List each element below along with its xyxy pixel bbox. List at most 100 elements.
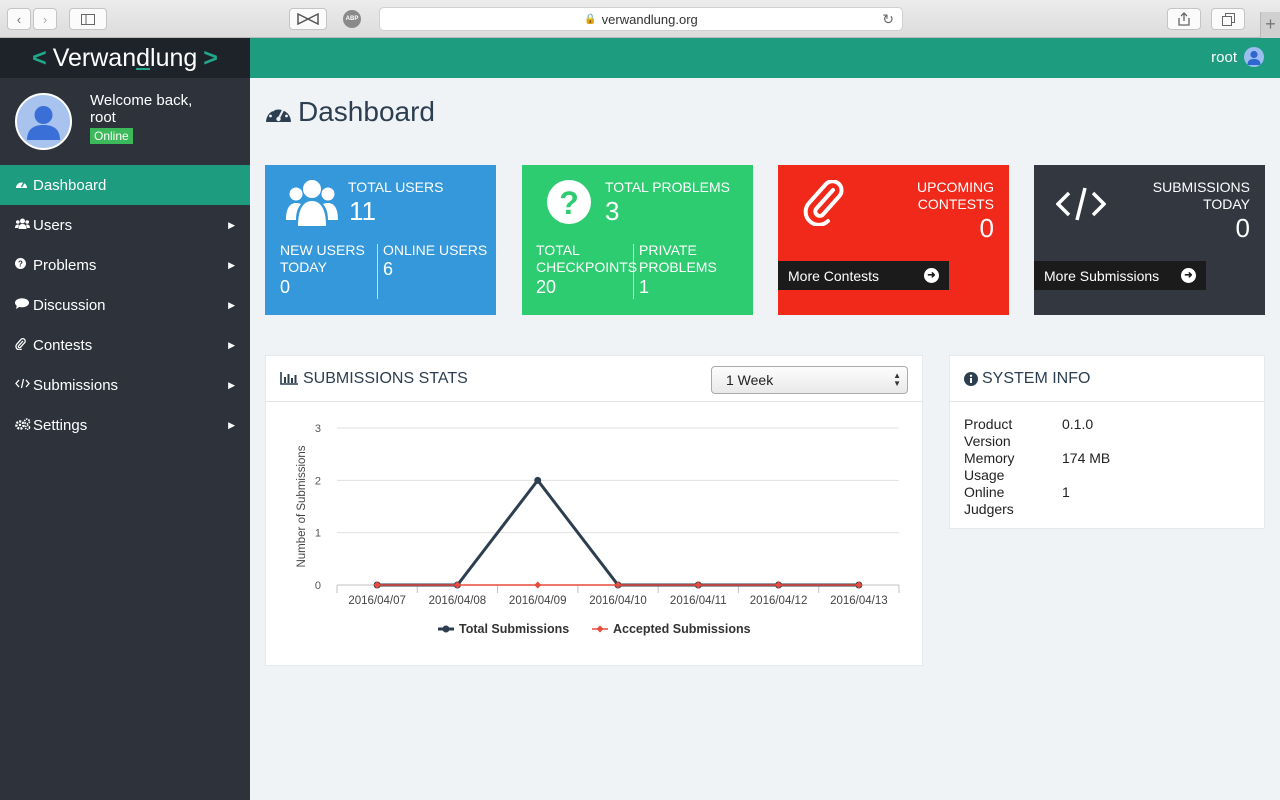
- info-key: Memory Usage: [964, 450, 1062, 484]
- sidebar-toggle-button[interactable]: [69, 8, 107, 30]
- sidebar-item-contests[interactable]: Contests ▶: [0, 325, 250, 365]
- page-title-text: Dashboard: [298, 96, 435, 127]
- more-contests-label: More Contests: [788, 267, 880, 284]
- legend-marker: [596, 625, 604, 633]
- x-tick-label: 2016/04/13: [830, 595, 888, 607]
- caret-right-icon: ▶: [228, 379, 235, 390]
- sidebar-item-users[interactable]: Users ▶: [0, 205, 250, 245]
- share-button[interactable]: [1167, 8, 1201, 30]
- bar-chart-icon: [280, 372, 298, 385]
- y-tick-label: 0: [315, 580, 321, 592]
- info-row: Online Judgers 1: [964, 484, 1110, 518]
- users-icon: [15, 218, 31, 232]
- range-select-value: 1 Week: [726, 372, 774, 388]
- welcome-text: Welcome back, root: [90, 92, 192, 126]
- user-menu[interactable]: root: [1211, 47, 1264, 67]
- submissions-today-card: SUBMISSIONS TODAY 0 More Submissions ➜: [1034, 165, 1265, 315]
- top-username: root: [1211, 48, 1237, 66]
- sidebar-item-submissions[interactable]: Submissions ▶: [0, 365, 250, 405]
- card-title-line: CONTESTS: [917, 196, 994, 212]
- legend-label: Accepted Submissions: [613, 622, 751, 636]
- divider: [633, 244, 634, 299]
- page-title: Dashboard: [265, 96, 435, 128]
- dashboard-icon: [266, 106, 291, 122]
- new-tab-button[interactable]: +: [1260, 12, 1280, 38]
- y-tick-label: 3: [315, 423, 321, 435]
- info-key-line: Usage: [964, 467, 1005, 483]
- panel-title: SUBMISSIONS STATS: [303, 369, 468, 387]
- new-users-label-line: NEW USERS: [280, 242, 365, 258]
- more-submissions-button[interactable]: More Submissions ➜: [1034, 261, 1206, 290]
- more-contests-button[interactable]: More Contests ➜: [778, 261, 949, 290]
- card-title-line: SUBMISSIONS: [1152, 179, 1250, 195]
- submissions-chart: 0 1 2 3 2016/04/07 2016/04/08 2016/04/09 2016/0…: [296, 423, 900, 636]
- back-button[interactable]: ‹: [7, 8, 31, 30]
- card-title: TOTAL PROBLEMS: [605, 179, 730, 195]
- info-key-line: Memory: [964, 450, 1015, 466]
- private-problems-label-line: PRIVATE: [639, 242, 697, 258]
- legend-marker: [442, 625, 450, 633]
- paperclip-icon: [803, 180, 844, 226]
- sidebar-item-dashboard[interactable]: Dashboard: [0, 165, 250, 205]
- sidebar-item-label: Problems: [33, 256, 97, 274]
- user-panel: Welcome back, root Online: [0, 78, 250, 165]
- info-row: Memory Usage 174 MB: [964, 450, 1110, 484]
- sidebar-item-settings[interactable]: Settings ▶: [0, 405, 250, 445]
- sidebar-item-label: Contests: [33, 336, 93, 354]
- sidebar-item-problems[interactable]: ? Problems ▶: [0, 245, 250, 285]
- sidebar-item-label: Discussion: [33, 296, 106, 314]
- question-circle-icon: ?: [547, 180, 591, 224]
- sidebar-item-discussion[interactable]: Discussion ▶: [0, 285, 250, 325]
- extension-button[interactable]: [289, 8, 327, 30]
- address-bar[interactable]: 🔒 verwandlung.org ↻: [379, 7, 903, 31]
- sidebar-item-label: Dashboard: [33, 176, 107, 194]
- more-submissions-label: More Submissions: [1044, 267, 1160, 284]
- divider: [377, 244, 378, 299]
- info-key: Product Version: [964, 416, 1062, 450]
- reload-icon[interactable]: ↻: [882, 11, 894, 28]
- info-key-line: Online: [964, 484, 1005, 500]
- online-users-label: ONLINE USERS: [383, 242, 488, 258]
- logo[interactable]: < Verwan d lung >: [0, 38, 250, 78]
- submissions-stats-panel: SUBMISSIONS STATS 1 Week ▲ ▼ 0 1 2 3 2016/04/…: [265, 355, 923, 666]
- checkpoints-value: 20: [536, 277, 557, 297]
- card-title: SUBMISSIONS TODAY: [1153, 179, 1250, 213]
- panel-header: SYSTEM INFO: [950, 356, 1264, 402]
- welcome-username: root: [90, 109, 116, 126]
- paperclip-icon: [15, 337, 31, 353]
- users-icon: [286, 180, 338, 226]
- sidebar: < Verwan d lung > Welcome back, root Onlin…: [0, 38, 250, 800]
- bowtie-icon: [297, 13, 319, 25]
- tabs-overview-button[interactable]: [1211, 8, 1245, 30]
- dashboard-icon: [15, 178, 31, 192]
- adblock-icon[interactable]: ABP: [343, 10, 361, 28]
- data-point: [534, 581, 542, 589]
- browser-toolbar: ‹ › ABP 🔒 verwandlung.org ↻ +: [0, 0, 1280, 38]
- caret-right-icon: ▶: [228, 339, 235, 350]
- card-title: TOTAL USERS: [348, 179, 444, 195]
- caret-right-icon: ▶: [228, 259, 235, 270]
- new-users-label-line: TODAY: [280, 259, 327, 275]
- svg-text:?: ?: [559, 185, 579, 221]
- y-tick-label: 2: [315, 475, 321, 487]
- forward-button[interactable]: ›: [33, 8, 57, 30]
- question-circle-icon: ?: [15, 258, 31, 272]
- total-problems-card: ? TOTAL PROBLEMS 3 TOTAL CHECKPOINTS 20 …: [522, 165, 753, 315]
- x-tick-label: 2016/04/08: [429, 595, 487, 607]
- sidebar-item-label: Users: [33, 216, 73, 234]
- status-badge: Online: [90, 128, 133, 144]
- checkpoints-label-line: TOTAL: [536, 242, 580, 258]
- info-value: 174 MB: [1062, 450, 1111, 466]
- card-value: 0: [1235, 213, 1250, 243]
- avatar[interactable]: [15, 93, 72, 150]
- card-title: UPCOMING CONTESTS: [917, 179, 994, 213]
- svg-text:?: ?: [18, 260, 23, 269]
- logo-text-b: lung: [150, 43, 198, 72]
- range-select[interactable]: 1 Week ▲ ▼: [711, 366, 908, 394]
- x-tick-label: 2016/04/10: [589, 595, 647, 607]
- code-icon: [1056, 187, 1106, 221]
- card-title-line: UPCOMING: [917, 179, 994, 195]
- logo-text-a: Verwan: [52, 43, 137, 72]
- upcoming-contests-card: UPCOMING CONTESTS 0 More Contests ➜: [778, 165, 1009, 315]
- welcome-line: Welcome back,: [90, 92, 193, 109]
